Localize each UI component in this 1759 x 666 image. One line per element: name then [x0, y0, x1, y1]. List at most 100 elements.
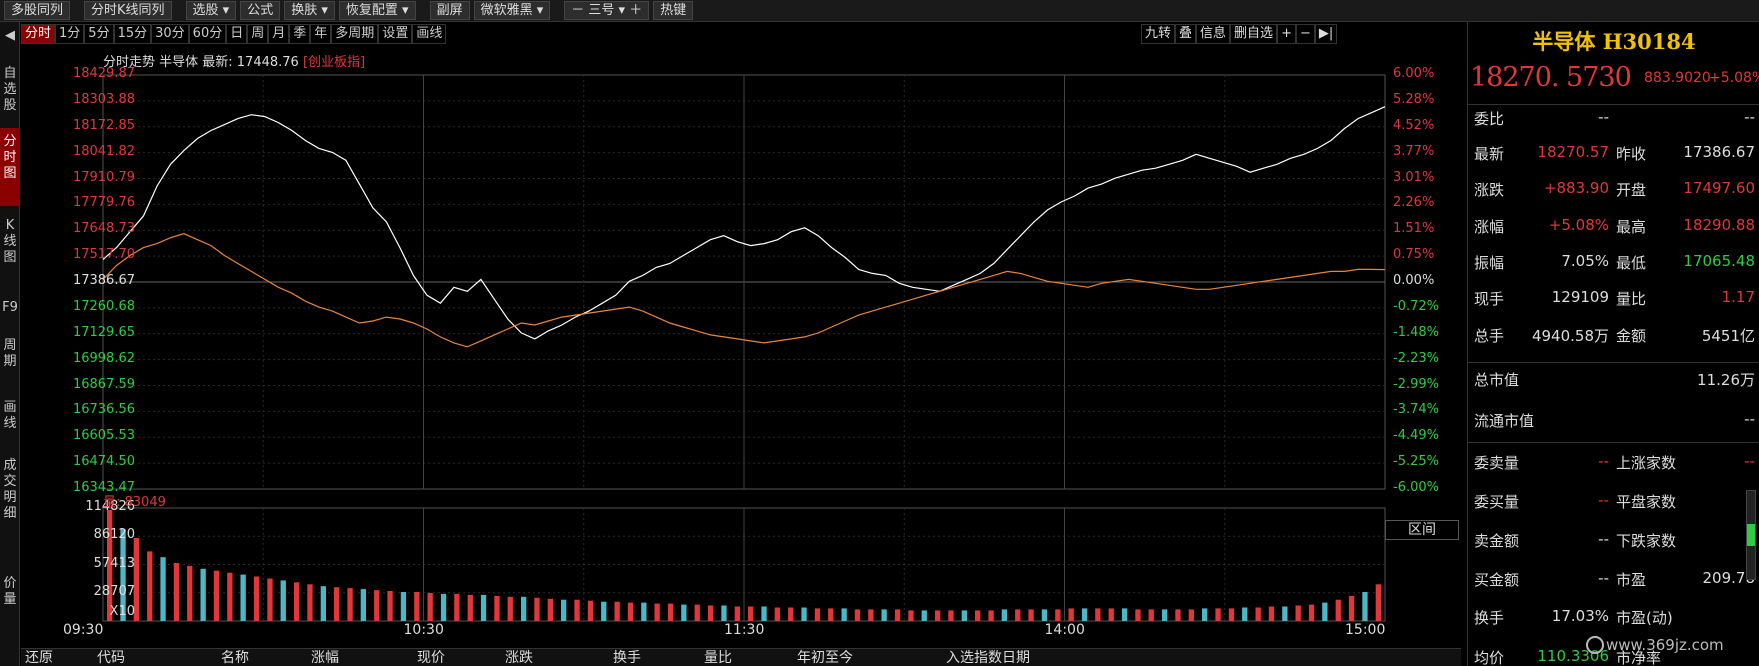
volume-bar: [1295, 605, 1301, 621]
quote-label: 最高: [1616, 218, 1647, 236]
volume-bar: [347, 588, 353, 621]
table-header-6[interactable]: 换手: [613, 649, 641, 666]
volume-bar: [1362, 592, 1368, 621]
volume-bar: [721, 605, 727, 621]
volume-bar: [627, 602, 634, 621]
table-header-7[interactable]: 量比: [704, 649, 732, 666]
watermark: www.369jz.com: [1606, 636, 1724, 654]
quote-value: 5451亿: [1701, 327, 1755, 345]
percent-tick-label: -0.72%: [1393, 298, 1439, 314]
quote-label: 委卖量: [1474, 454, 1520, 472]
quote-value: 17.03%: [1551, 607, 1609, 625]
volume-bar: [1335, 599, 1341, 621]
table-header-1[interactable]: 代码: [97, 649, 125, 666]
price-tick-label: 17386.67: [72, 273, 135, 288]
percent-tick-label: 0.75%: [1393, 247, 1435, 263]
volume-bar: [1175, 609, 1181, 621]
volume-bar: [494, 595, 500, 621]
volume-bar: [961, 610, 967, 621]
price-tick-label: 17517.70: [72, 247, 135, 263]
volume-bar: [1081, 608, 1088, 621]
volume-bar: [1015, 609, 1021, 621]
percent-tick-label: 5.28%: [1393, 91, 1435, 107]
volume-bar: [1322, 602, 1328, 621]
volume-bar: [734, 606, 740, 621]
percent-tick-label: 3.77%: [1393, 143, 1435, 159]
percent-tick-label: 6.00%: [1393, 66, 1435, 81]
volume-bar: [454, 593, 460, 621]
volume-bar: [387, 591, 393, 621]
stock-table-header: 还原 代码 名称 涨幅 现价 涨跌 换手 量比 年初至今 入选指数日期: [21, 648, 1461, 666]
volume-bar: [975, 610, 981, 621]
volume-tick-label: 57413: [93, 555, 135, 571]
panel-divider: [1468, 104, 1759, 105]
table-header-4[interactable]: 现价: [417, 649, 445, 666]
volume-bar: [1255, 607, 1261, 621]
volume-bar: [173, 563, 180, 621]
volume-readout: 量: 83049: [103, 495, 166, 510]
volume-bar: [534, 597, 540, 621]
price-tick-label: 16867.59: [72, 376, 135, 392]
volume-bar: [1242, 607, 1248, 621]
volume-bar: [213, 570, 220, 621]
volume-bar: [187, 565, 193, 621]
quote-value: 17386.67: [1683, 143, 1755, 161]
quote-value: --: [1744, 410, 1755, 428]
percent-tick-label: -3.74%: [1393, 402, 1439, 418]
volume-bar: [694, 604, 700, 621]
table-header-0[interactable]: 还原: [25, 649, 53, 666]
percent-tick-label: 3.01%: [1393, 169, 1435, 185]
time-tick-label: 10:30: [403, 622, 444, 638]
volume-bar: [547, 598, 553, 621]
quote-panel: 半导体 H30184 18270. 5730 883.9020 +5.08% 委…: [1467, 22, 1759, 666]
volume-bar: [521, 596, 527, 621]
volume-bar: [374, 590, 380, 621]
quote-value: 18290.88: [1683, 216, 1755, 234]
volume-bar: [1348, 595, 1355, 621]
volume-bar: [1282, 606, 1288, 621]
volume-bar: [480, 594, 487, 621]
volume-bar: [1108, 608, 1114, 621]
table-header-9[interactable]: 入选指数日期: [946, 649, 1030, 666]
quote-label: 现手: [1474, 290, 1505, 308]
table-header-2[interactable]: 名称: [221, 649, 249, 666]
percent-tick-label: -2.99%: [1393, 376, 1439, 392]
price-tick-label: 18303.88: [72, 91, 135, 107]
price-line: 18270. 5730 883.9020 +5.08%: [1468, 62, 1759, 96]
quote-value: 11.26万: [1697, 371, 1755, 389]
quote-value: 18270.57: [1537, 143, 1609, 161]
price-tick-label: 17129.65: [72, 324, 135, 340]
volume-bar: [280, 580, 286, 621]
volume-tick-label: X10: [109, 604, 135, 619]
volume-bar: [294, 582, 300, 621]
interval-button[interactable]: 区间: [1385, 520, 1459, 540]
volume-bar: [614, 601, 620, 621]
volume-bar: [774, 607, 780, 621]
volume-bar: [761, 606, 767, 621]
price-tick-label: 18429.87: [72, 66, 135, 81]
table-header-8[interactable]: 年初至今: [797, 649, 853, 666]
volume-bar: [1148, 609, 1154, 621]
volume-tick-label: 28707: [93, 583, 135, 599]
volume-bar: [935, 610, 941, 621]
quote-label: 最新: [1474, 145, 1505, 163]
current-price: 18270. 5730: [1470, 62, 1632, 93]
volume-bar: [988, 610, 994, 621]
percent-tick-label: -6.00%: [1393, 480, 1439, 495]
quote-label: 涨跌: [1474, 181, 1505, 199]
quote-label: 平盘家数: [1616, 493, 1677, 511]
volume-bar: [881, 609, 887, 621]
table-header-5[interactable]: 涨跌: [505, 649, 533, 666]
quote-value: 17497.60: [1683, 179, 1755, 197]
volume-bar: [1228, 608, 1235, 621]
quote-label: 昨收: [1616, 145, 1647, 163]
percent-tick-label: -2.23%: [1393, 350, 1439, 366]
quote-label: 涨幅: [1474, 218, 1505, 236]
volume-bar: [788, 607, 794, 621]
price-tick-label: 17910.79: [72, 169, 135, 185]
time-tick-label: 09:30: [63, 622, 104, 638]
table-header-3[interactable]: 涨幅: [311, 649, 339, 666]
quote-label: 市盈: [1616, 571, 1647, 589]
price-tick-label: 16474.50: [72, 454, 135, 470]
panel-scroll-thumb[interactable]: [1747, 524, 1755, 546]
